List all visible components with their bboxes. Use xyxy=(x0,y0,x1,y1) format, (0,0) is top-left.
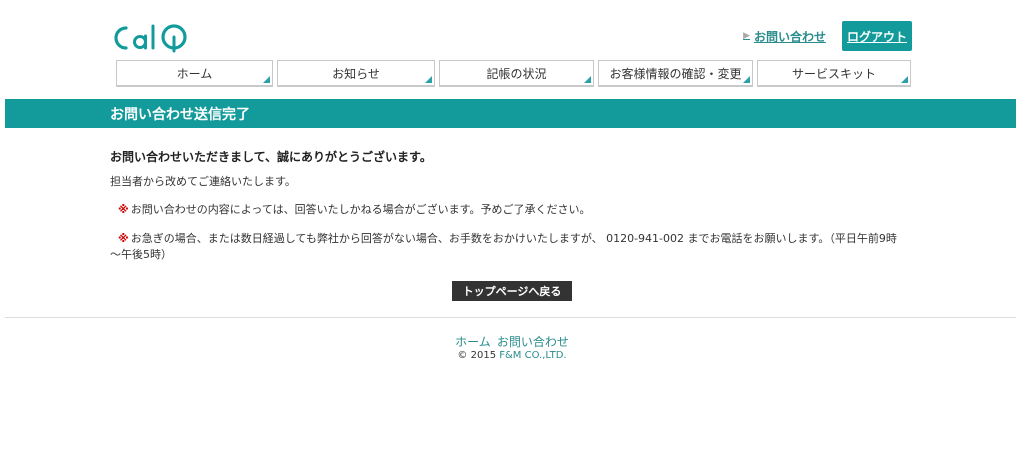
intro-text: 担当者から改めてご連絡いたします。 xyxy=(110,175,296,188)
footer-divider xyxy=(5,317,1016,318)
nav-item-bookkeeping-status[interactable]: 記帳の状況 xyxy=(439,60,594,87)
page-title-bar: お問い合わせ送信完了 xyxy=(5,99,1016,128)
notice-item: ※ お問い合わせの内容によっては、回答いたしかねる場合がございます。予めご了承く… xyxy=(118,202,910,217)
thank-you-heading: お問い合わせいただきまして、誠にありがとうございます。 xyxy=(110,150,432,164)
copyright: © 2015 F&M CO.,LTD. xyxy=(0,350,1024,361)
footer-links: ホーム お問い合わせ xyxy=(0,333,1024,350)
nav-item-service-kit[interactable]: サービスキット xyxy=(757,60,911,87)
notice-text: お問い合わせの内容によっては、回答いたしかねる場合がございます。予めご了承くださ… xyxy=(130,203,591,216)
nav-item-news[interactable]: お知らせ xyxy=(277,60,435,87)
notice-item: ※ お急ぎの場合、または数日経過しても弊社から回答がない場合、お手数をおかけいた… xyxy=(110,231,910,246)
nav-item-customer-info[interactable]: お客様情報の確認・変更 xyxy=(598,60,753,87)
contact-link[interactable]: ▶ お問い合わせ xyxy=(743,28,826,45)
back-to-top-button[interactable]: トップページへ戻る xyxy=(452,281,572,301)
main-nav: ホーム お知らせ 記帳の状況 お客様情報の確認・変更 サービスキット xyxy=(116,60,911,87)
calq-logo[interactable] xyxy=(110,20,194,56)
notice-text-continued: ～午後5時） xyxy=(110,248,172,261)
nav-item-label: ホーム xyxy=(176,66,213,81)
nav-item-label: 記帳の状況 xyxy=(486,66,547,81)
triangle-right-icon: ▶ xyxy=(743,31,750,41)
copyright-prefix: © 2015 xyxy=(457,350,500,361)
corner-triangle-icon xyxy=(584,76,591,83)
logo-mark xyxy=(114,24,187,53)
corner-triangle-icon xyxy=(901,76,908,83)
notice-text: お急ぎの場合、または数日経過しても弊社から回答がない場合、お手数をおかけいたしま… xyxy=(130,232,897,245)
corner-triangle-icon xyxy=(743,76,750,83)
footer-link-home[interactable]: ホーム xyxy=(455,333,491,350)
contact-link-label: お問い合わせ xyxy=(753,29,826,44)
header-actions: ▶ お問い合わせ ログアウト xyxy=(743,20,912,52)
corner-triangle-icon xyxy=(425,76,432,83)
corner-triangle-icon xyxy=(263,76,270,83)
nav-item-label: サービスキット xyxy=(791,66,876,81)
main-content: お問い合わせいただきまして、誠にありがとうございます。 担当者から改めてご連絡い… xyxy=(110,150,910,262)
logout-button[interactable]: ログアウト xyxy=(842,21,912,51)
nav-item-label: お客様情報の確認・変更 xyxy=(609,66,742,81)
company-name: F&M CO.,LTD. xyxy=(499,350,567,361)
nav-item-home[interactable]: ホーム xyxy=(116,60,273,87)
asterisk-mark-icon: ※ xyxy=(118,232,129,245)
footer-link-contact[interactable]: お問い合わせ xyxy=(497,333,569,350)
asterisk-mark-icon: ※ xyxy=(118,203,129,216)
page-title: お問い合わせ送信完了 xyxy=(110,106,250,123)
nav-item-label: お知らせ xyxy=(332,66,380,81)
